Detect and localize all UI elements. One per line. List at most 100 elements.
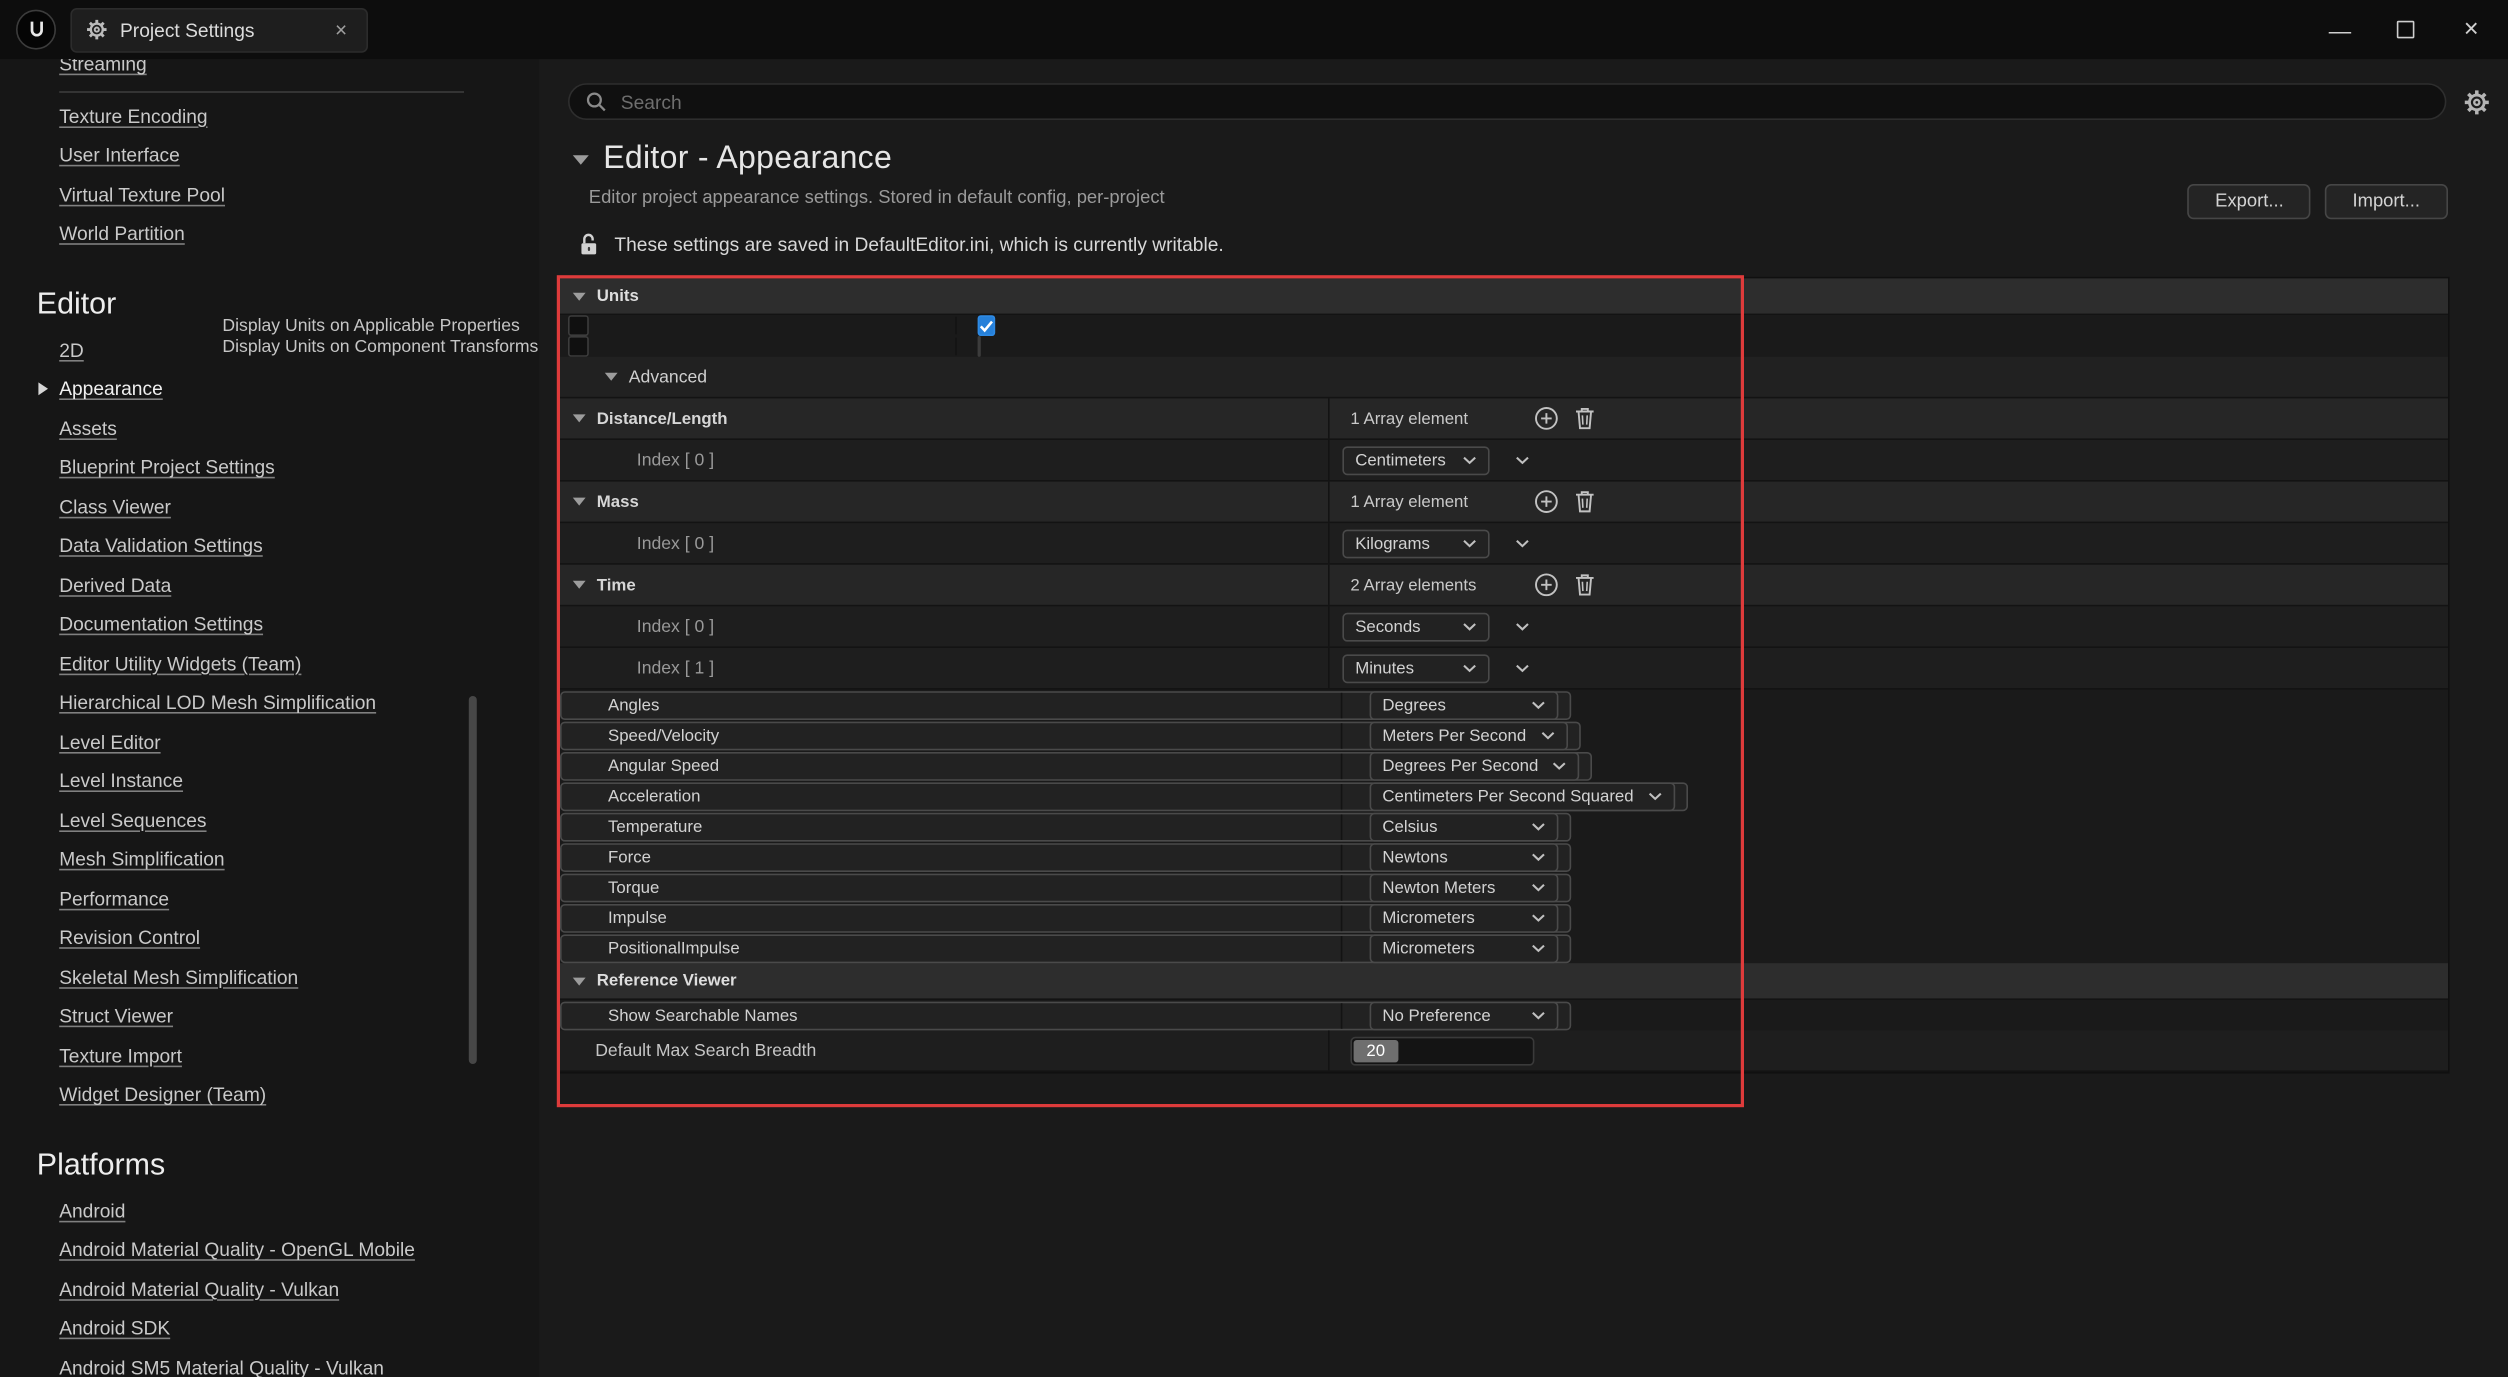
sidebar-item-streaming[interactable]: Streaming <box>0 59 539 84</box>
project-settings-tab[interactable]: Project Settings × <box>70 7 368 52</box>
dropdown-index-0[interactable]: Seconds <box>1342 612 1489 641</box>
setting-label: Display Units on Component Transforms <box>222 337 538 356</box>
array-count-label: 1 Array element <box>1350 492 1534 511</box>
sidebar-item-world-partition[interactable]: World Partition <box>0 214 539 253</box>
sidebar-item-level-sequences[interactable]: Level Sequences <box>0 801 539 840</box>
sidebar-item-texture-import[interactable]: Texture Import <box>0 1036 539 1075</box>
unreal-engine-logo-icon[interactable] <box>16 10 56 50</box>
section-collapse-icon[interactable] <box>573 154 589 164</box>
dropdown-positionalimpulse[interactable]: Micrometers <box>1370 934 1559 963</box>
sidebar-item-android-material-quality-opengl-mobile[interactable]: Android Material Quality - OpenGL Mobile <box>0 1230 539 1269</box>
dropdown-value: Newtons <box>1382 848 1447 867</box>
sidebar-item-documentation-settings[interactable]: Documentation Settings <box>0 605 539 644</box>
sidebar-item-level-editor[interactable]: Level Editor <box>0 722 539 761</box>
element-options-dropdown[interactable] <box>1515 455 1529 465</box>
add-array-element-icon[interactable] <box>1534 406 1558 430</box>
sidebar-item-appearance[interactable]: Appearance <box>0 370 539 409</box>
sidebar-item-virtual-texture-pool[interactable]: Virtual Texture Pool <box>0 175 539 214</box>
sidebar-item-derived-data[interactable]: Derived Data <box>0 566 539 605</box>
sidebar-item-widget-designer-team[interactable]: Widget Designer (Team) <box>0 1075 539 1114</box>
sidebar-item-revision-control[interactable]: Revision Control <box>0 918 539 957</box>
sidebar-item-texture-encoding[interactable]: Texture Encoding <box>0 97 539 136</box>
sidebar-item-level-instance[interactable]: Level Instance <box>0 762 539 801</box>
collapse-arrow-icon[interactable] <box>573 414 586 422</box>
sidebar-item-performance[interactable]: Performance <box>0 879 539 918</box>
sidebar-item-hierarchical-lod-mesh-simplification[interactable]: Hierarchical LOD Mesh Simplification <box>0 683 539 722</box>
sidebar-item-user-interface[interactable]: User Interface <box>0 136 539 175</box>
dropdown-acceleration[interactable]: Centimeters Per Second Squared <box>1370 782 1676 811</box>
setting-name-cell: Index [ 0 ] <box>560 606 1330 646</box>
array-header-row-time[interactable]: Time2 Array elements <box>560 565 2448 607</box>
close-button[interactable]: × <box>2460 17 2482 43</box>
dropdown-temperature[interactable]: Celsius <box>1370 813 1559 842</box>
array-count-label: 1 Array element <box>1350 409 1534 428</box>
collapse-arrow-icon[interactable] <box>573 581 586 589</box>
element-options-dropdown[interactable] <box>1515 538 1529 548</box>
export-button[interactable]: Export... <box>2188 184 2311 219</box>
sidebar-item-label: Streaming <box>59 59 147 75</box>
setting-row-index-0: Index [ 0 ] Centimeters <box>560 440 2448 482</box>
dropdown-torque[interactable]: Newton Meters <box>1370 874 1559 903</box>
dropdown-index-1[interactable]: Minutes <box>1342 654 1489 683</box>
setting-name-cell: Impulse <box>573 906 1343 932</box>
sidebar-item-editor-utility-widgets-team[interactable]: Editor Utility Widgets (Team) <box>0 644 539 683</box>
sidebar-item-struct-viewer[interactable]: Struct Viewer <box>0 997 539 1036</box>
sidebar-item-skeletal-mesh-simplification[interactable]: Skeletal Mesh Simplification <box>0 958 539 997</box>
dropdown-show-searchable-names[interactable]: No Preference <box>1370 1002 1559 1031</box>
checkbox-display-units-on-applicable-properties[interactable] <box>978 315 996 336</box>
array-header-row-distance-length[interactable]: Distance/Length1 Array element <box>560 398 2448 440</box>
sidebar-item-mesh-simplification[interactable]: Mesh Simplification <box>0 840 539 879</box>
sidebar-item-android-material-quality-vulkan[interactable]: Android Material Quality - Vulkan <box>0 1270 539 1309</box>
setting-name-cell: Acceleration <box>573 784 1343 810</box>
tab-close-icon[interactable]: × <box>330 18 352 42</box>
element-options-dropdown[interactable] <box>1515 663 1529 673</box>
dropdown-force[interactable]: Newtons <box>1370 843 1559 872</box>
setting-row-torque: TorqueNewton Meters <box>560 874 1571 903</box>
checkbox-display-units-on-component-transforms[interactable] <box>978 336 981 357</box>
dropdown-angles[interactable]: Degrees <box>1370 691 1559 720</box>
sidebar-item-android[interactable]: Android <box>0 1191 539 1230</box>
add-array-element-icon[interactable] <box>1534 573 1558 597</box>
search-settings-gear-icon[interactable] <box>2463 89 2489 115</box>
category-row-reference-viewer[interactable]: Reference Viewer <box>560 963 2448 1000</box>
setting-name-cell: Index [ 0 ] <box>560 440 1330 480</box>
collapse-arrow-icon[interactable] <box>573 977 586 985</box>
setting-row-display-units-on-component-transforms: Display Units on Component Transforms <box>568 336 589 357</box>
sidebar-item-label: User Interface <box>59 144 180 166</box>
category-row-units[interactable]: Units <box>560 278 2448 315</box>
collapse-arrow-icon[interactable] <box>573 498 586 506</box>
delete-array-icon[interactable] <box>1574 490 1595 514</box>
maximize-button[interactable] <box>2394 21 2416 39</box>
dropdown-index-0[interactable]: Centimeters <box>1342 446 1489 475</box>
array-header-row-mass[interactable]: Mass1 Array element <box>560 482 2448 524</box>
element-options-dropdown[interactable] <box>1515 622 1529 632</box>
setting-value-cell: Newtons <box>1357 845 1559 871</box>
collapse-arrow-icon[interactable] <box>573 292 586 300</box>
sidebar-scrollbar[interactable] <box>469 696 477 1064</box>
numeric-input-default-max-search-breadth[interactable]: 20 <box>1350 1036 1534 1065</box>
collapse-arrow-icon[interactable] <box>605 373 618 381</box>
dropdown-angular-speed[interactable]: Degrees Per Second <box>1370 752 1580 781</box>
setting-row-angular-speed: Angular SpeedDegrees Per Second <box>560 752 1593 781</box>
search-bar[interactable] <box>568 83 2446 120</box>
dropdown-speed-velocity[interactable]: Meters Per Second <box>1370 722 1568 751</box>
sidebar-item-label: Struct Viewer <box>59 1005 173 1027</box>
setting-row-temperature: TemperatureCelsius <box>560 813 1571 842</box>
add-array-element-icon[interactable] <box>1534 490 1558 514</box>
minimize-button[interactable]: — <box>2329 18 2351 40</box>
setting-row-advanced[interactable]: Advanced <box>560 357 2448 399</box>
dropdown-index-0[interactable]: Kilograms <box>1342 529 1489 558</box>
sidebar-item-android-sdk[interactable]: Android SDK <box>0 1309 539 1348</box>
sidebar-item-android-sm5-material-quality-vulkan[interactable]: Android SM5 Material Quality - Vulkan <box>0 1348 539 1377</box>
import-button[interactable]: Import... <box>2325 184 2447 219</box>
setting-value-cell: 20 <box>1330 1030 2448 1070</box>
check-icon <box>979 319 993 332</box>
sidebar-item-data-validation-settings[interactable]: Data Validation Settings <box>0 526 539 565</box>
search-input[interactable] <box>618 89 2428 115</box>
sidebar-item-blueprint-project-settings[interactable]: Blueprint Project Settings <box>0 448 539 487</box>
sidebar-item-class-viewer[interactable]: Class Viewer <box>0 487 539 526</box>
sidebar-item-assets[interactable]: Assets <box>0 409 539 448</box>
dropdown-impulse[interactable]: Micrometers <box>1370 904 1559 933</box>
delete-array-icon[interactable] <box>1574 573 1595 597</box>
delete-array-icon[interactable] <box>1574 406 1595 430</box>
